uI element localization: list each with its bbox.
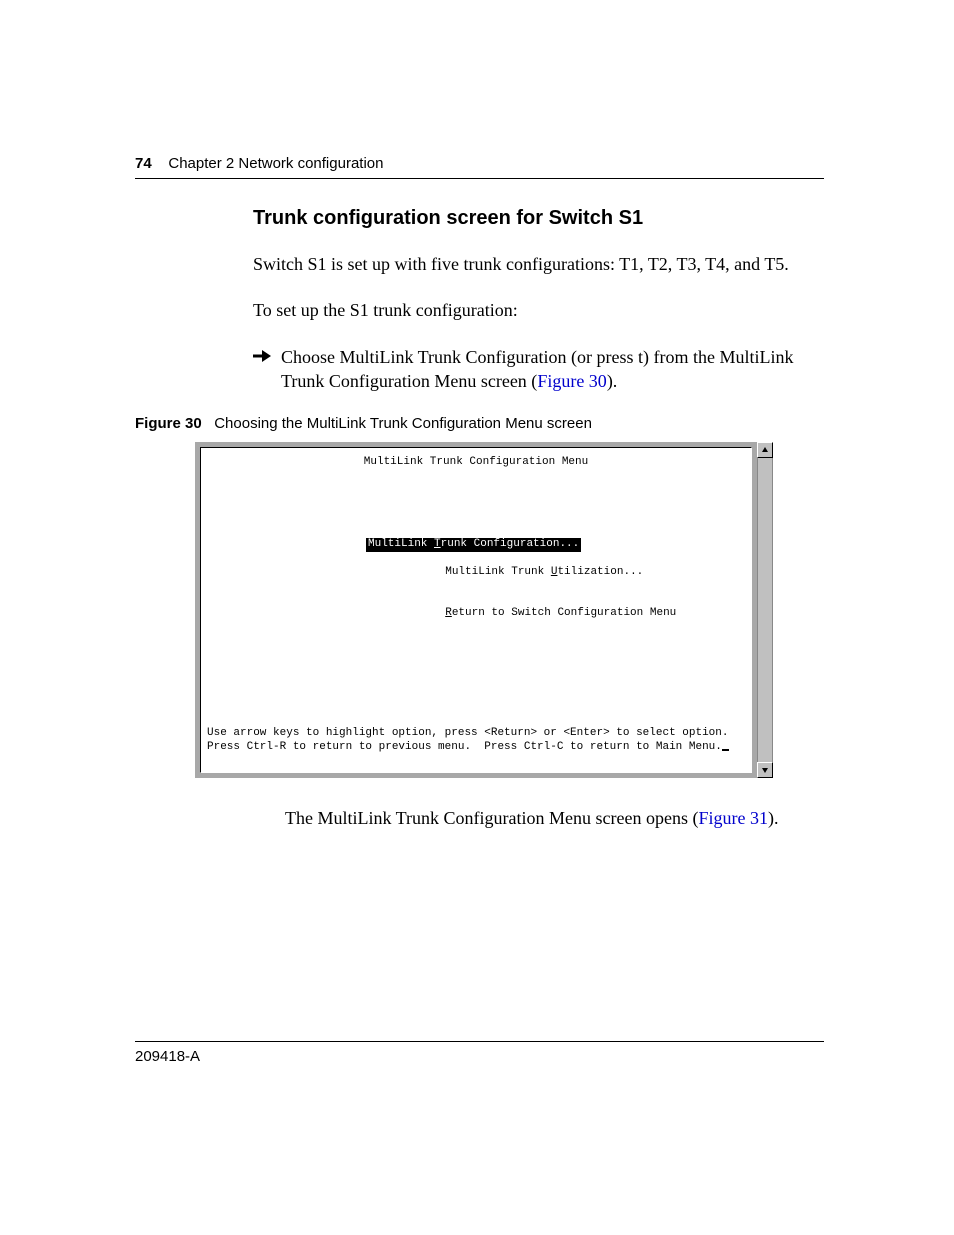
text-part: The MultiLink Trunk Configuration Menu s… [285, 808, 698, 828]
figure-caption: Figure 30 Choosing the MultiLink Trunk C… [135, 415, 824, 432]
menu-item[interactable]: Return to Switch Configuration Menu [366, 593, 676, 634]
embedded-screenshot: MultiLink Trunk Configuration Menu Multi… [195, 442, 773, 778]
page-footer: 209418-A [135, 1041, 824, 1065]
running-header: 74 Chapter 2 Network configuration [135, 155, 824, 179]
terminal-menu: MultiLink Trunk Configuration... MultiLi… [366, 538, 676, 634]
scrollbar-track[interactable] [757, 458, 773, 762]
figure-link[interactable]: Figure 31 [698, 808, 768, 828]
figure-link[interactable]: Figure 30 [537, 371, 607, 391]
text-part: ). [768, 808, 779, 828]
terminal-frame: MultiLink Trunk Configuration Menu Multi… [195, 442, 757, 778]
body-paragraph: Switch S1 is set up with five trunk conf… [253, 252, 824, 276]
section-heading: Trunk configuration screen for Switch S1 [253, 207, 824, 230]
step-text-part: ). [607, 371, 618, 391]
menu-item[interactable]: MultiLink Trunk Configuration... [366, 538, 676, 552]
chapter-label: Chapter 2 Network configuration [168, 155, 383, 172]
terminal-screen: MultiLink Trunk Configuration Menu Multi… [200, 447, 752, 773]
terminal-help-line: Press Ctrl-R to return to previous menu.… [207, 741, 722, 753]
figure-caption-text: Choosing the MultiLink Trunk Configurati… [214, 415, 592, 432]
step-text: Choose MultiLink Trunk Configuration (or… [281, 345, 824, 394]
terminal-title: MultiLink Trunk Configuration Menu [205, 456, 747, 470]
document-id: 209418-A [135, 1048, 200, 1065]
document-page: 74 Chapter 2 Network configuration Trunk… [0, 0, 954, 1235]
arrow-icon [253, 345, 281, 394]
figure-number: Figure 30 [135, 415, 202, 432]
scrollbar[interactable] [757, 442, 773, 778]
scroll-up-button[interactable] [757, 442, 773, 458]
menu-item[interactable]: MultiLink Trunk Utilization... [366, 552, 676, 593]
body-paragraph: The MultiLink Trunk Configuration Menu s… [285, 808, 824, 829]
terminal-help-line: Use arrow keys to highlight option, pres… [207, 727, 729, 739]
cursor-icon [722, 749, 729, 751]
body-paragraph: To set up the S1 trunk configuration: [253, 298, 824, 322]
page-number: 74 [135, 155, 152, 172]
scroll-down-button[interactable] [757, 762, 773, 778]
step-bullet: Choose MultiLink Trunk Configuration (or… [253, 345, 824, 394]
terminal-footer: Use arrow keys to highlight option, pres… [207, 713, 745, 768]
